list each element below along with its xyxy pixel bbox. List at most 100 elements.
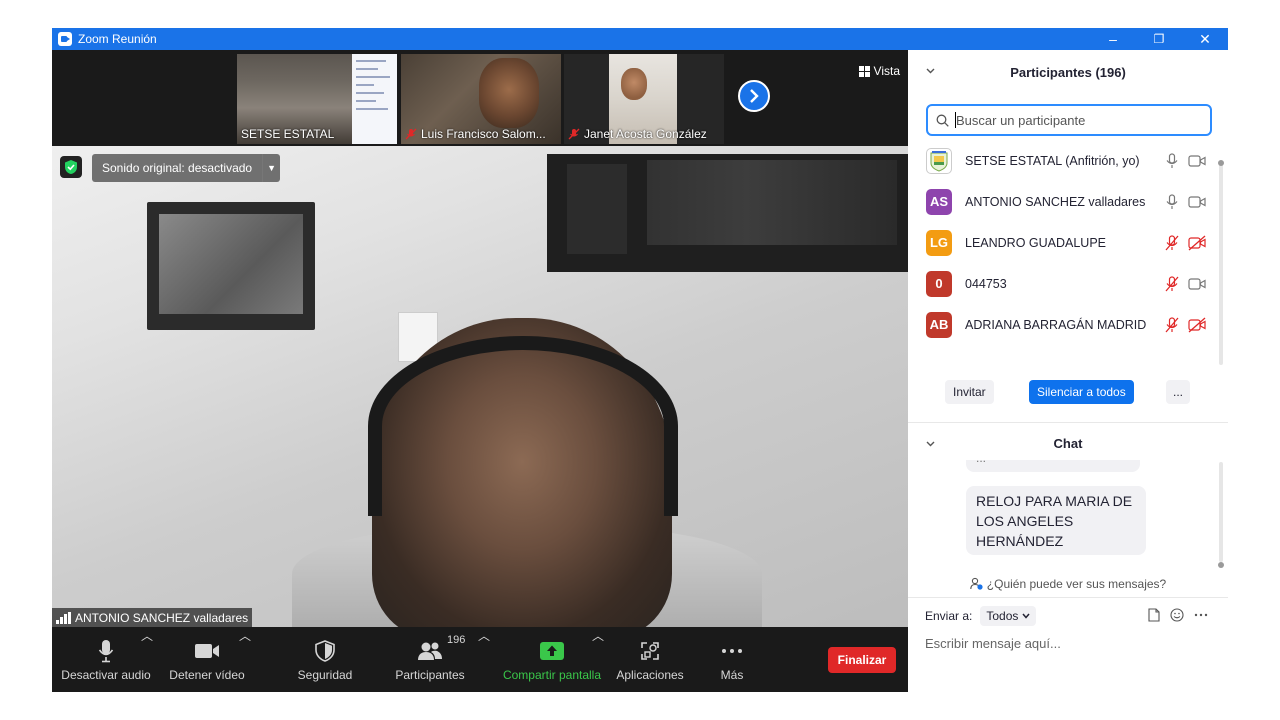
security-button[interactable]: Seguridad [288,627,362,692]
side-panel: Participantes (196) Buscar un participan… [908,50,1228,692]
participant-face [479,58,539,128]
participants-icon [418,642,442,660]
send-to-row: Enviar a: Todos [925,606,1037,626]
participants-scrollbar[interactable] [1218,160,1224,365]
mic-muted-icon [568,128,580,140]
title-bar: Zoom Reunión – ❐ ✕ [52,28,1228,50]
share-options-caret-icon[interactable]: ︿ [592,627,604,644]
participant-row[interactable]: SETSE ESTATAL (Anfitrión, yo) [908,140,1218,181]
thumbnail-name-label: Luis Francisco Salom... [405,127,546,141]
chevron-down-icon [1022,613,1030,619]
user-privacy-icon [970,577,983,590]
speaker-headset [368,336,678,516]
host-logo-avatar [926,147,952,174]
apps-button[interactable]: Aplicaciones [612,627,688,692]
more-button[interactable]: Más [708,627,756,692]
close-button[interactable]: ✕ [1182,28,1228,50]
chat-messages: ... RELOJ PARA MARIA DE LOS ANGELES HERN… [908,460,1228,570]
more-dots-icon[interactable] [1194,613,1208,617]
who-can-see-messages-link[interactable]: ¿Quién puede ver sus mensajes? [908,570,1228,598]
participants-button[interactable]: 196 Participantes [388,627,472,692]
next-page-button[interactable] [738,80,770,112]
invite-button[interactable]: Invitar [945,380,994,404]
original-sound-toggle[interactable]: Sonido original: desactivado ▼ [92,154,281,182]
minimize-button[interactable]: – [1090,28,1136,50]
video-thumbnail[interactable]: Luis Francisco Salom... [401,54,561,144]
mic-muted-icon[interactable] [1165,316,1179,333]
mute-audio-button[interactable]: Desactivar audio [60,627,152,692]
participant-search-input[interactable]: Buscar un participante [926,104,1212,136]
participants-options-caret-icon[interactable]: ︿ [478,627,490,644]
video-camera-icon [195,643,219,658]
window-controls: – ❐ ✕ [1090,28,1228,50]
chat-header: Chat [908,423,1228,463]
window-title: Zoom Reunión [78,32,157,46]
video-off-icon[interactable] [1188,235,1206,251]
stop-video-button[interactable]: Detener vídeo [164,627,250,692]
video-thumbnail[interactable]: SETSE ESTATAL [237,54,397,144]
thumbnail-shared-document [352,54,397,144]
share-screen-button[interactable]: Compartir pantalla [498,627,606,692]
participant-row[interactable]: AS ANTONIO SANCHEZ valladares [908,181,1218,222]
participant-row[interactable]: LG LEANDRO GUADALUPE [908,222,1218,263]
audio-options-caret-icon[interactable]: ︿ [141,627,153,644]
grid-icon [858,65,870,77]
participants-header: Participantes (196) [908,50,1228,94]
mic-muted-icon [405,128,417,140]
thumbnail-name-label: SETSE ESTATAL [241,127,335,141]
video-options-caret-icon[interactable]: ︿ [239,627,251,644]
encryption-shield-icon[interactable] [60,156,82,178]
microphone-icon[interactable] [1165,152,1179,169]
more-dots-icon [722,648,742,653]
participants-count: 196 [447,633,466,646]
speaker-name-label: ANTONIO SANCHEZ valladares [52,608,253,627]
end-meeting-button[interactable]: Finalizar [828,647,896,673]
shield-icon [315,639,335,662]
participant-row[interactable]: 0 044753 [908,263,1218,304]
video-camera-icon[interactable] [1188,276,1206,292]
mute-all-button[interactable]: Silenciar a todos [1029,380,1134,404]
video-thumbnail[interactable]: Janet Acosta González [564,54,724,144]
participant-face [621,68,647,100]
avatar: AB [926,311,952,338]
recipient-select[interactable]: Todos [980,606,1037,626]
mic-muted-icon[interactable] [1165,234,1179,251]
wall-plaque [147,202,315,330]
chat-scrollbar[interactable] [1218,462,1224,568]
video-camera-icon[interactable] [1188,194,1206,210]
restore-button[interactable]: ❐ [1136,28,1182,50]
zoom-app-icon [58,32,72,46]
meeting-toolbar: Desactivar audio ︿ Detener vídeo ︿ Segur… [52,627,908,692]
thumbnail-strip: SETSE ESTATAL Luis Francisco Salom... Ja… [52,50,908,146]
microphone-icon[interactable] [1165,193,1179,210]
active-speaker-video [52,146,908,627]
chat-message: ... [966,460,1140,472]
chevron-right-icon [750,89,759,103]
emoji-icon[interactable] [1170,608,1184,622]
mic-muted-icon[interactable] [1165,275,1179,292]
participants-more-button[interactable]: ... [1166,380,1190,404]
zoom-window: Zoom Reunión – ❐ ✕ SETSE ESTATAL Luis Fr… [52,28,1228,692]
share-screen-icon [540,641,564,660]
chevron-down-icon[interactable] [926,66,935,75]
chat-message: RELOJ PARA MARIA DE LOS ANGELES HERNÁNDE… [966,486,1146,555]
view-button[interactable]: Vista [858,64,900,78]
apps-icon [641,641,659,660]
signal-strength-icon [56,611,71,624]
video-off-icon[interactable] [1188,317,1206,333]
chevron-down-icon[interactable] [926,439,935,448]
search-icon [936,114,949,127]
avatar: LG [926,229,952,256]
chevron-down-icon[interactable]: ▼ [262,154,280,182]
video-camera-icon[interactable] [1188,153,1206,169]
wall-frame [547,154,908,272]
chat-message-input[interactable]: Escribir mensaje aquí... [925,636,1061,651]
participant-row[interactable]: AB ADRIANA BARRAGÁN MADRID [908,304,1218,345]
file-icon[interactable] [1148,608,1160,622]
chat-tools [1148,608,1208,622]
participants-actions: Invitar Silenciar a todos ... [908,376,1228,412]
participants-list: SETSE ESTATAL (Anfitrión, yo) AS ANTONIO… [908,140,1228,350]
microphone-icon [98,639,114,662]
video-area: SETSE ESTATAL Luis Francisco Salom... Ja… [52,50,908,692]
thumbnail-name-label: Janet Acosta González [568,127,707,141]
